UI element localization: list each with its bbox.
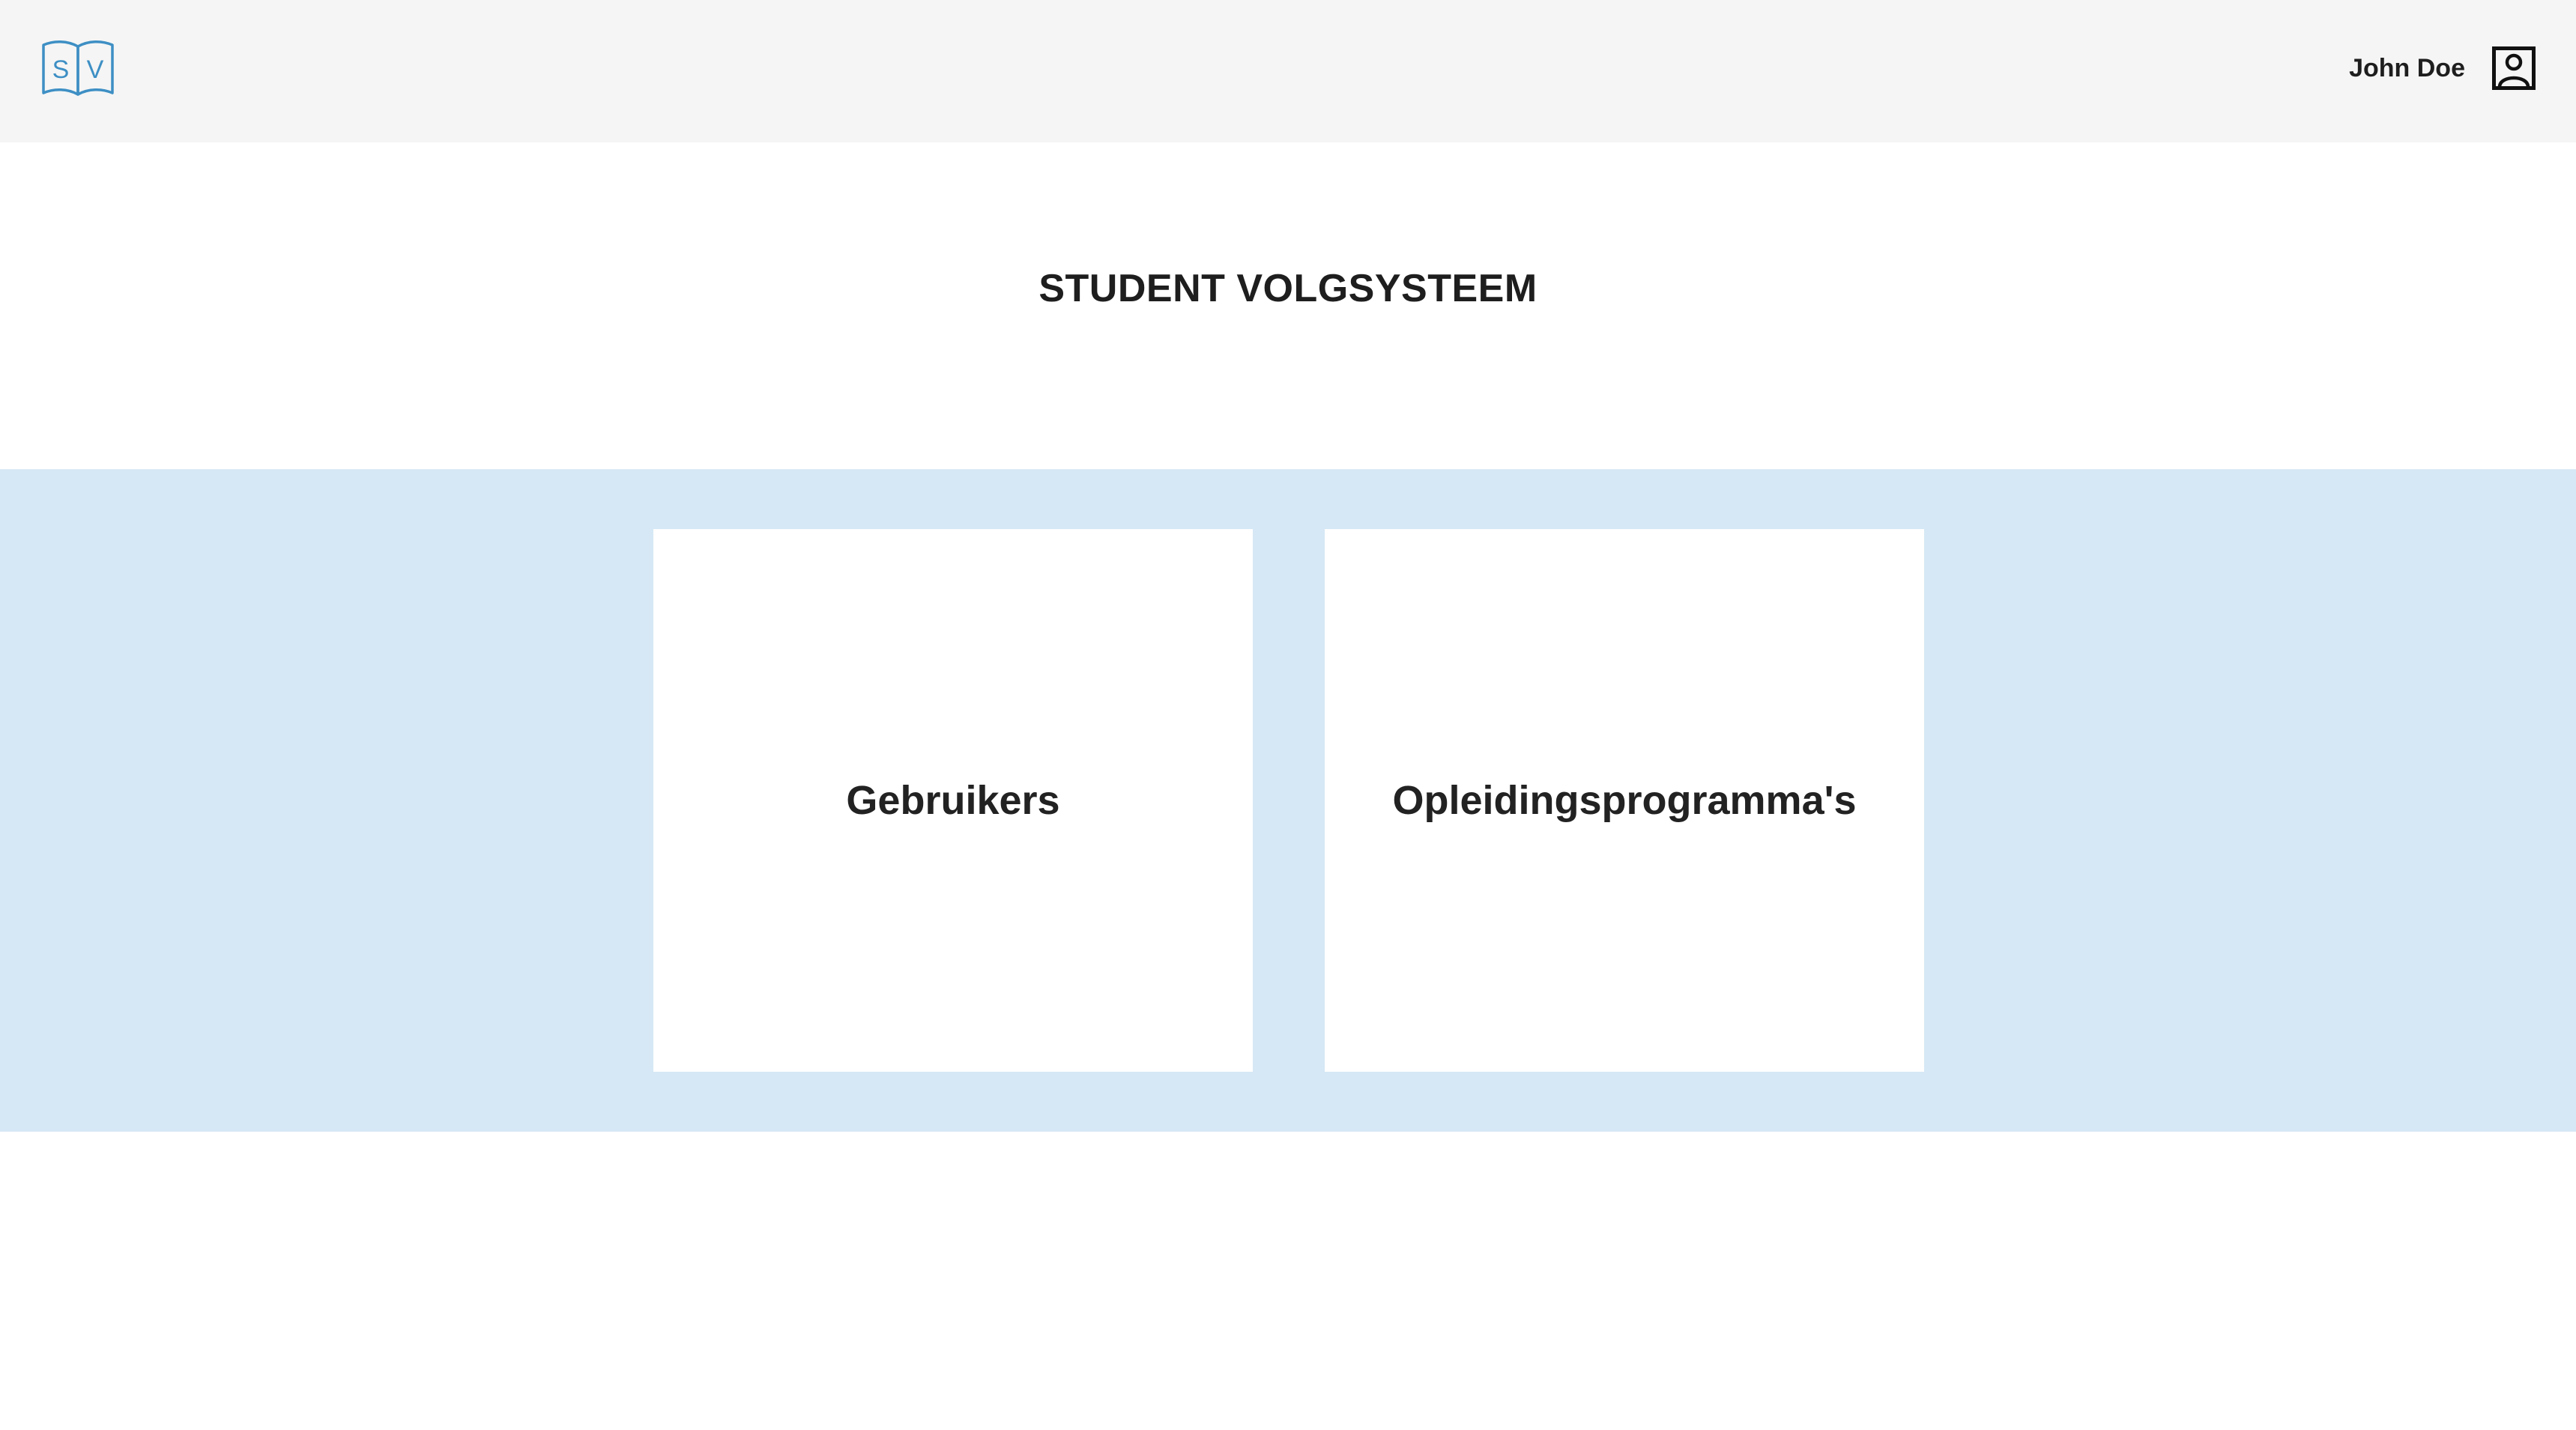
tile-label-opleidingsprogrammas: Opleidingsprogramma's <box>1392 778 1857 823</box>
page-title: STUDENT VOLGSYSTEEM <box>1038 267 1538 310</box>
top-bar: S V John Doe <box>0 0 2576 142</box>
tiles-section: Gebruikers Opleidingsprogramma's <box>0 469 2576 1132</box>
tile-label-gebruikers: Gebruikers <box>846 778 1060 823</box>
logo-letter-s: S <box>52 55 70 84</box>
user-account-icon[interactable] <box>2492 46 2536 90</box>
user-name: John Doe <box>2349 53 2465 82</box>
app-logo-icon[interactable]: S V <box>40 39 115 97</box>
tile-gebruikers[interactable]: Gebruikers <box>653 529 1253 1072</box>
user-menu[interactable]: John Doe <box>2349 43 2536 93</box>
logo-letter-v: V <box>87 55 104 84</box>
tile-opleidingsprogrammas[interactable]: Opleidingsprogramma's <box>1325 529 1924 1072</box>
